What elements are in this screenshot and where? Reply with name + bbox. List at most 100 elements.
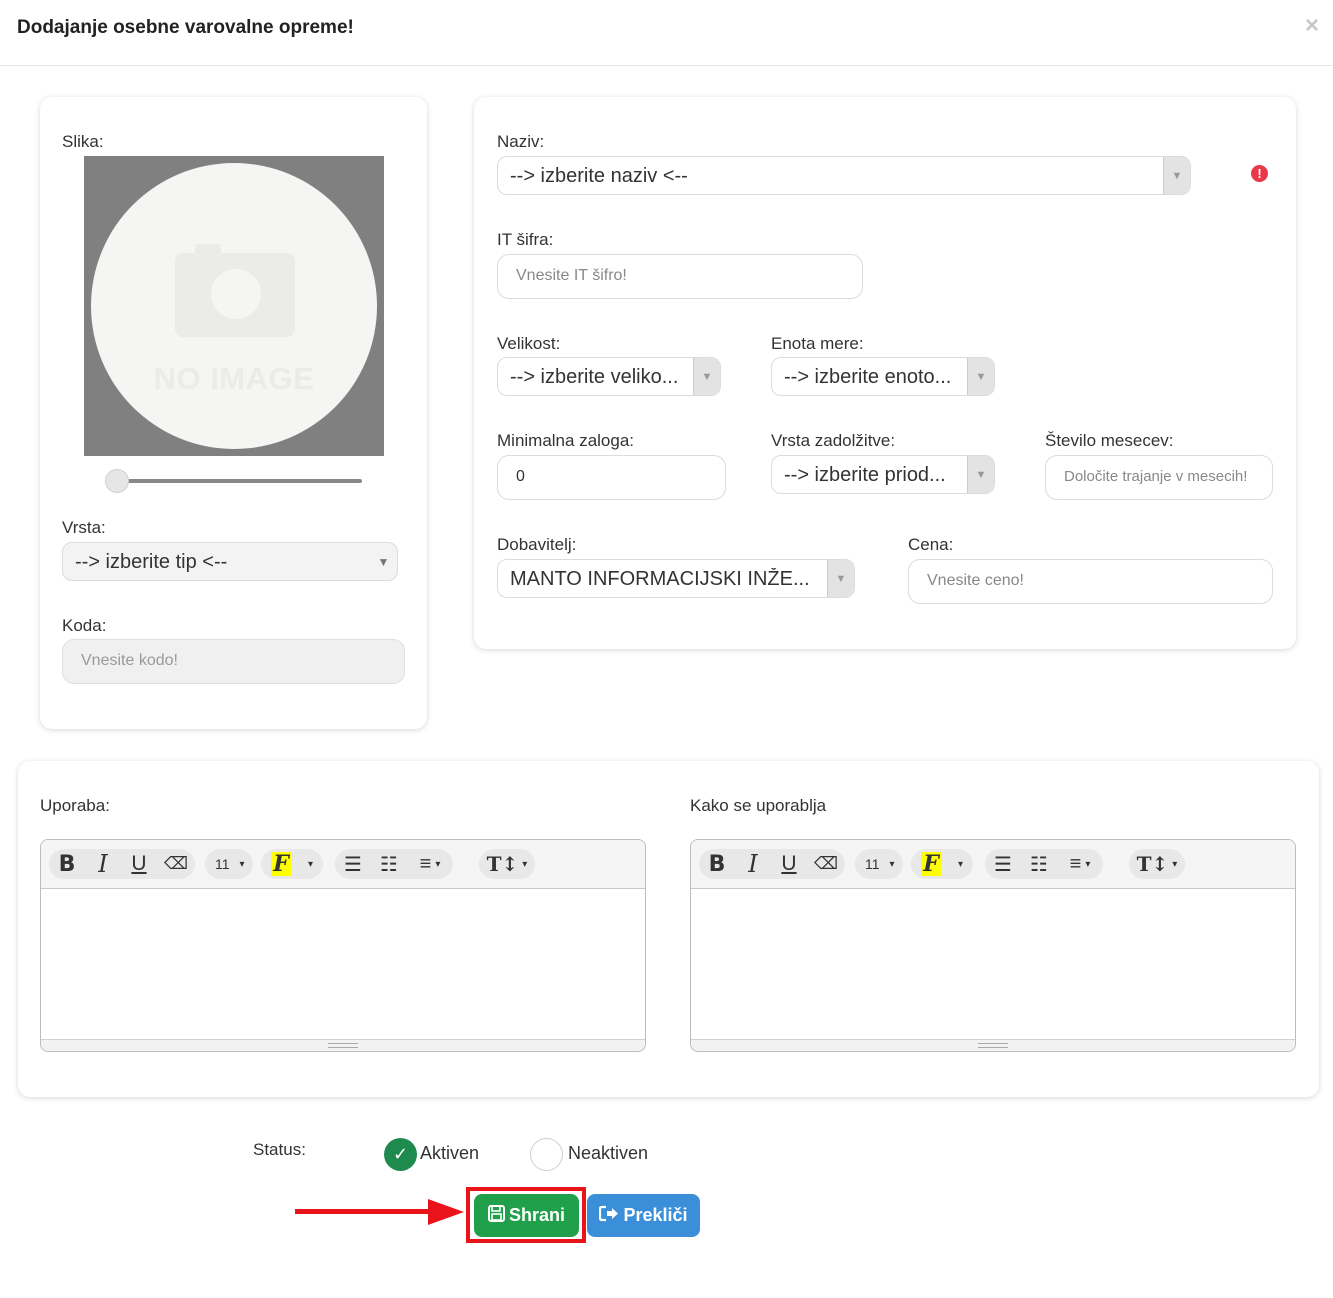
italic-button[interactable]: I — [735, 849, 771, 879]
no-image-text: NO IMAGE — [153, 361, 315, 396]
annotation-arrow-head — [428, 1199, 464, 1225]
list-group: ☰ ☷ ≡ ▾ — [335, 849, 453, 879]
resize-grip-icon — [978, 1043, 1008, 1048]
line-height-icon: T↕ ▾ — [1136, 852, 1178, 876]
camera-lens — [211, 269, 261, 319]
cancel-button-label: Prekliči — [623, 1205, 688, 1225]
numbered-list-icon[interactable]: ☷ — [371, 849, 407, 879]
min-stock-label: Minimalna zaloga: — [497, 431, 635, 450]
chevron-down-icon: ▼ — [693, 358, 720, 395]
unit-label: Enota mere: — [771, 334, 864, 353]
usage-label: Uporaba: — [40, 796, 110, 815]
zoom-slider-track[interactable] — [120, 479, 362, 483]
editor-toolbar: B I U ⌫ 11 ▾ F ▾ ☰ ☷ ≡ ▾ T↕ ▾ — [41, 840, 645, 889]
italic-button[interactable]: I — [85, 849, 121, 879]
modal-header: Dodajanje osebne varovalne opreme! × — [0, 0, 1333, 66]
check-icon: ✓ — [392, 1144, 409, 1164]
code-label: Koda: — [62, 616, 107, 635]
modal-title: Dodajanje osebne varovalne opreme! — [17, 17, 354, 38]
it-code-label: IT šifra: — [497, 230, 554, 249]
line-height-dropdown[interactable]: T↕ ▾ — [479, 849, 535, 879]
price-input[interactable]: Vnesite ceno! — [908, 559, 1273, 604]
align-dropdown[interactable]: ≡ ▾ — [1057, 849, 1103, 879]
font-color-dropdown[interactable]: F ▾ — [911, 849, 974, 879]
sign-out-icon — [599, 1205, 619, 1227]
chevron-down-icon: ▾ — [889, 858, 895, 870]
name-select[interactable]: --> izberite naziv <-- ▼ — [497, 156, 1191, 195]
line-height-dropdown[interactable]: T↕ ▾ — [1129, 849, 1185, 879]
annotation-highlight-box — [466, 1187, 586, 1243]
font-color-dropdown[interactable]: F ▾ — [261, 849, 324, 879]
unit-select[interactable]: --> izberite enoto... ▼ — [771, 357, 995, 396]
assignment-type-label: Vrsta zadolžitve: — [771, 431, 896, 450]
name-label: Naziv: — [497, 132, 545, 151]
min-stock-input[interactable]: 0 — [497, 455, 726, 500]
eraser-icon[interactable]: ⌫ — [157, 849, 195, 879]
cancel-button[interactable]: Prekliči — [587, 1194, 700, 1237]
font-size-value: 11 — [865, 856, 880, 872]
underline-button[interactable]: U — [771, 849, 807, 879]
annotation-arrow-line — [295, 1209, 435, 1214]
bulleted-list-icon[interactable]: ☰ — [335, 849, 371, 879]
line-height-icon: T↕ ▾ — [486, 852, 528, 876]
howto-editor: B I U ⌫ 11 ▾ F ▾ ☰ ☷ ≡ ▾ T↕ ▾ — [690, 839, 1296, 1052]
editor-resize-handle[interactable] — [41, 1039, 645, 1051]
bold-button[interactable]: B — [49, 849, 85, 879]
style-group: B I U ⌫ — [49, 849, 195, 879]
zoom-slider-handle[interactable] — [105, 469, 129, 493]
status-active-radio[interactable]: ✓ — [384, 1138, 417, 1171]
chevron-down-icon: ▾ — [239, 858, 245, 870]
underline-button[interactable]: U — [121, 849, 157, 879]
supplier-select-value: MANTO INFORMACIJSKI INŽE... — [510, 568, 810, 590]
type-label: Vrsta: — [62, 518, 106, 537]
usage-editor: B I U ⌫ 11 ▾ F ▾ ☰ ☷ ≡ ▾ T↕ ▾ — [40, 839, 646, 1052]
status-label: Status: — [253, 1140, 306, 1159]
editor-toolbar: B I U ⌫ 11 ▾ F ▾ ☰ ☷ ≡ ▾ T↕ ▾ — [691, 840, 1295, 889]
size-select[interactable]: --> izberite veliko... ▼ — [497, 357, 721, 396]
font-size-dropdown[interactable]: 11 ▾ — [855, 849, 903, 879]
image-label: Slika: — [62, 132, 104, 151]
font-size-dropdown[interactable]: 11 ▾ — [205, 849, 253, 879]
chevron-down-icon: ▼ — [967, 358, 994, 395]
size-select-value: --> izberite veliko... — [510, 366, 679, 388]
assignment-type-select[interactable]: --> izberite priod... ▼ — [771, 455, 995, 494]
code-input[interactable]: Vnesite kodo! — [62, 639, 405, 684]
image-card: Slika: NO IMAGE Vrsta: --> izberite tip … — [40, 97, 427, 729]
editor-resize-handle[interactable] — [691, 1039, 1295, 1051]
image-preview[interactable]: NO IMAGE — [84, 156, 384, 456]
type-select-value: --> izberite tip <-- — [75, 551, 228, 573]
eraser-icon[interactable]: ⌫ — [807, 849, 845, 879]
status-inactive-label[interactable]: Neaktiven — [568, 1143, 648, 1164]
chevron-down-icon: ▼ — [377, 555, 390, 569]
warning-icon: ! — [1251, 165, 1268, 182]
font-color-icon: F — [921, 851, 941, 877]
style-group: B I U ⌫ — [699, 849, 845, 879]
details-card: Naziv: --> izberite naziv <-- ▼ ! IT šif… — [474, 97, 1296, 649]
chevron-down-icon: ▾ — [958, 858, 964, 870]
supplier-select[interactable]: MANTO INFORMACIJSKI INŽE... ▼ — [497, 559, 855, 598]
resize-grip-icon — [328, 1043, 358, 1048]
price-label: Cena: — [908, 535, 954, 554]
bold-button[interactable]: B — [699, 849, 735, 879]
chevron-down-icon: ▼ — [827, 560, 854, 597]
size-label: Velikost: — [497, 334, 561, 353]
numbered-list-icon[interactable]: ☷ — [1021, 849, 1057, 879]
months-label: Število mesecev: — [1045, 431, 1174, 450]
chevron-down-icon: ▾ — [308, 858, 314, 870]
font-color-icon: F — [271, 851, 291, 877]
assignment-type-value: --> izberite priod... — [784, 464, 946, 486]
editors-card: Uporaba: Kako se uporablja B I U ⌫ 11 ▾ … — [18, 761, 1319, 1097]
status-active-label[interactable]: Aktiven — [420, 1143, 479, 1164]
supplier-label: Dobavitelj: — [497, 535, 577, 554]
type-select[interactable]: --> izberite tip <-- ▼ — [62, 542, 398, 581]
chevron-down-icon: ▼ — [1163, 157, 1190, 194]
align-dropdown[interactable]: ≡ ▾ — [407, 849, 453, 879]
close-icon[interactable]: × — [1305, 14, 1319, 38]
status-inactive-radio[interactable] — [530, 1138, 563, 1171]
it-code-input[interactable]: Vnesite IT šifro! — [497, 254, 863, 299]
name-select-value: --> izberite naziv <-- — [510, 165, 688, 187]
months-input[interactable]: Določite trajanje v mesecih! — [1045, 455, 1273, 500]
no-image-placeholder: NO IMAGE — [91, 163, 377, 449]
howto-label: Kako se uporablja — [690, 796, 827, 815]
bulleted-list-icon[interactable]: ☰ — [985, 849, 1021, 879]
